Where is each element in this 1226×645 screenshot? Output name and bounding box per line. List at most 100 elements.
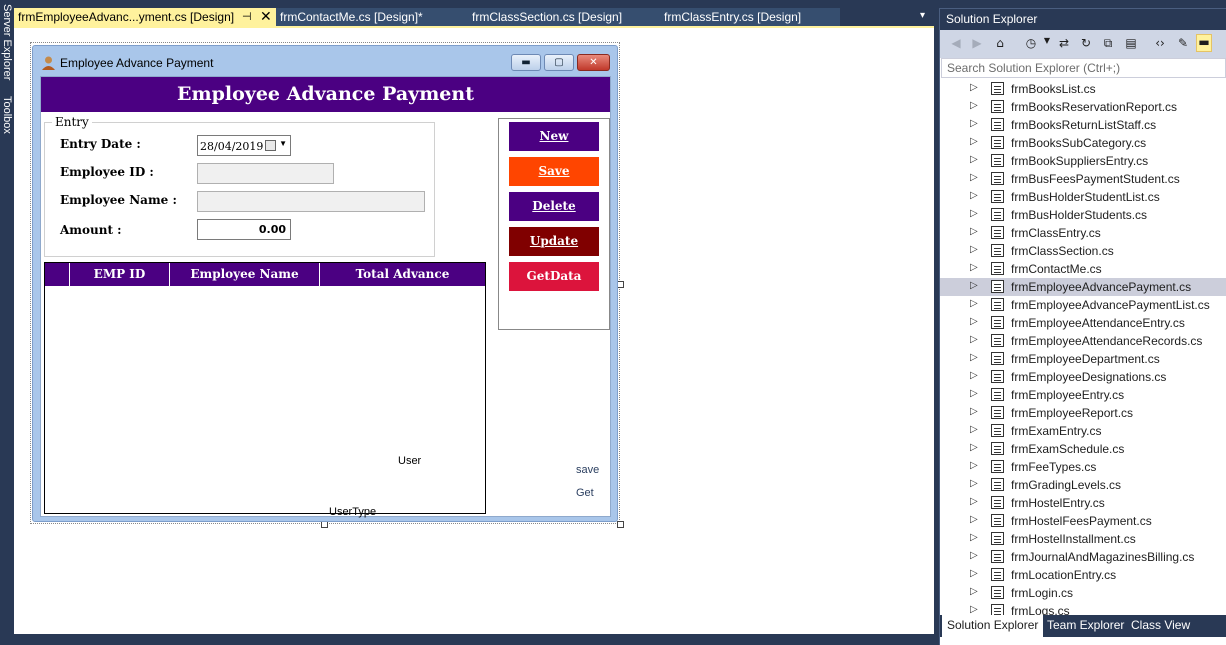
solution-explorer-item[interactable]: ▷ frmEmployeeAdvancePayment.cs [940, 278, 1226, 296]
solution-explorer-item[interactable]: ▷ frmLocationEntry.cs [940, 566, 1226, 584]
expand-arrow-icon[interactable]: ▷ [970, 82, 978, 93]
solution-explorer-search-input[interactable]: Search Solution Explorer (Ctrl+;) [941, 58, 1226, 78]
grid-col-employee-name[interactable]: Employee Name [170, 263, 320, 286]
expand-arrow-icon[interactable]: ▷ [970, 406, 978, 417]
back-icon[interactable]: ◀ [948, 36, 964, 50]
expand-arrow-icon[interactable]: ▷ [970, 352, 978, 363]
expand-arrow-icon[interactable]: ▷ [970, 514, 978, 525]
solution-explorer-item[interactable]: ▷ frmBooksSubCategory.cs [940, 134, 1226, 152]
toolbox-tab[interactable]: Toolbox [1, 96, 13, 134]
expand-arrow-icon[interactable]: ▷ [970, 262, 978, 273]
expand-arrow-icon[interactable]: ▷ [970, 190, 978, 201]
amount-field[interactable]: 0.00 [197, 219, 291, 240]
grid-row-header-cell[interactable] [45, 263, 70, 286]
forward-icon[interactable]: ▶ [969, 36, 985, 50]
close-icon[interactable]: ✕ [260, 7, 272, 25]
tab-class-view[interactable]: Class View [1126, 615, 1195, 637]
refresh-icon[interactable]: ↻ [1078, 36, 1094, 50]
expand-arrow-icon[interactable]: ▷ [970, 388, 978, 399]
solution-explorer-item[interactable]: ▷ frmBusFeesPaymentStudent.cs [940, 170, 1226, 188]
form-titlebar[interactable]: Employee Advance Payment ▬ ▢ ✕ [33, 46, 617, 76]
solution-explorer-item[interactable]: ▷ frmBooksList.cs [940, 80, 1226, 98]
solution-explorer-item[interactable]: ▷ frmEmployeeAttendanceEntry.cs [940, 314, 1226, 332]
solution-explorer-item[interactable]: ▷ frmHostelInstallment.cs [940, 530, 1226, 548]
expand-arrow-icon[interactable]: ▷ [970, 172, 978, 183]
advance-payment-grid[interactable]: EMP ID Employee Name Total Advance [44, 262, 486, 514]
solution-explorer-item[interactable]: ▷ frmGradingLevels.cs [940, 476, 1226, 494]
grid-col-total-advance[interactable]: Total Advance [320, 263, 485, 286]
tab-employee-advance-payment-design[interactable]: frmEmployeeAdvanc...yment.cs [Design] ⊣ … [14, 8, 276, 26]
solution-explorer-item[interactable]: ▷ frmEmployeeDepartment.cs [940, 350, 1226, 368]
solution-explorer-item[interactable]: ▷ frmExamSchedule.cs [940, 440, 1226, 458]
expand-arrow-icon[interactable]: ▷ [970, 370, 978, 381]
calendar-icon[interactable] [265, 140, 276, 151]
solution-explorer-item[interactable]: ▷ frmBooksReturnListStaff.cs [940, 116, 1226, 134]
expand-arrow-icon[interactable]: ▷ [970, 280, 978, 291]
update-button[interactable]: Update [509, 227, 599, 256]
tab-contactme-design[interactable]: frmContactMe.cs [Design]* [276, 8, 466, 26]
properties-icon[interactable]: ✎ [1175, 36, 1191, 50]
view-code-icon[interactable]: ‹› [1152, 36, 1168, 50]
maximize-button[interactable]: ▢ [544, 54, 574, 71]
solution-explorer-item[interactable]: ▷ frmBooksReservationReport.cs [940, 98, 1226, 116]
expand-arrow-icon[interactable]: ▷ [970, 478, 978, 489]
minimize-button[interactable]: ▬ [511, 54, 541, 71]
expand-arrow-icon[interactable]: ▷ [970, 604, 978, 615]
solution-explorer-item[interactable]: ▷ frmEmployeeAttendanceRecords.cs [940, 332, 1226, 350]
solution-explorer-item[interactable]: ▷ frmContactMe.cs [940, 260, 1226, 278]
chevron-down-icon[interactable]: ▼ [1039, 36, 1055, 45]
expand-arrow-icon[interactable]: ▷ [970, 424, 978, 435]
solution-explorer-titlebar[interactable]: Solution Explorer [940, 8, 1226, 30]
save-button[interactable]: Save [509, 157, 599, 186]
expand-arrow-icon[interactable]: ▷ [970, 118, 978, 129]
home-icon[interactable]: ⌂ [992, 36, 1008, 50]
delete-button[interactable]: Delete [509, 192, 599, 221]
expand-arrow-icon[interactable]: ▷ [970, 532, 978, 543]
solution-explorer-item[interactable]: ▷ frmEmployeeDesignations.cs [940, 368, 1226, 386]
solution-explorer-item[interactable]: ▷ frmFeeTypes.cs [940, 458, 1226, 476]
sync-icon[interactable]: ⇄ [1056, 36, 1072, 50]
collapse-all-icon[interactable]: ⧉ [1100, 36, 1116, 51]
expand-arrow-icon[interactable]: ▷ [970, 136, 978, 147]
solution-explorer-item[interactable]: ▷ frmBusHolderStudentList.cs [940, 188, 1226, 206]
entry-date-picker[interactable]: 28/04/2019 ▼ [197, 135, 291, 156]
expand-arrow-icon[interactable]: ▷ [970, 334, 978, 345]
resize-handle-corner[interactable] [617, 521, 624, 528]
expand-arrow-icon[interactable]: ▷ [970, 298, 978, 309]
solution-explorer-item[interactable]: ▷ frmBusHolderStudents.cs [940, 206, 1226, 224]
resize-handle-right[interactable] [617, 281, 624, 288]
expand-arrow-icon[interactable]: ▷ [970, 208, 978, 219]
solution-explorer-item[interactable]: ▷ frmHostelEntry.cs [940, 494, 1226, 512]
expand-arrow-icon[interactable]: ▷ [970, 586, 978, 597]
expand-arrow-icon[interactable]: ▷ [970, 460, 978, 471]
pin-icon[interactable]: ⊣ [242, 8, 252, 26]
employee-id-field[interactable] [197, 163, 334, 184]
expand-arrow-icon[interactable]: ▷ [970, 316, 978, 327]
expand-arrow-icon[interactable]: ▷ [970, 226, 978, 237]
solution-explorer-item[interactable]: ▷ frmEmployeeEntry.cs [940, 386, 1226, 404]
solution-explorer-item[interactable]: ▷ frmLogs.cs [940, 602, 1226, 616]
solution-explorer-item[interactable]: ▷ frmExamEntry.cs [940, 422, 1226, 440]
employee-name-field[interactable] [197, 191, 425, 212]
solution-explorer-item[interactable]: ▷ frmEmployeeReport.cs [940, 404, 1226, 422]
solution-explorer-item[interactable]: ▷ frmJournalAndMagazinesBilling.cs [940, 548, 1226, 566]
show-all-files-icon[interactable]: ▤ [1123, 36, 1139, 50]
expand-arrow-icon[interactable]: ▷ [970, 244, 978, 255]
solution-explorer-item[interactable]: ▷ frmClassEntry.cs [940, 224, 1226, 242]
employee-advance-payment-form[interactable]: Employee Advance Payment ▬ ▢ ✕ Employee … [32, 45, 618, 522]
getdata-button[interactable]: GetData [509, 262, 599, 291]
expand-arrow-icon[interactable]: ▷ [970, 496, 978, 507]
tab-solution-explorer[interactable]: Solution Explorer [942, 615, 1044, 637]
solution-explorer-item[interactable]: ▷ frmLogin.cs [940, 584, 1226, 602]
tab-team-explorer[interactable]: Team Explorer [1042, 615, 1129, 637]
tab-overflow-icon[interactable]: ▾ [920, 10, 925, 21]
close-button[interactable]: ✕ [577, 54, 610, 71]
expand-arrow-icon[interactable]: ▷ [970, 568, 978, 579]
history-icon[interactable]: ◷ [1023, 36, 1039, 50]
expand-arrow-icon[interactable]: ▷ [970, 442, 978, 453]
server-explorer-tab[interactable]: Server Explorer [1, 4, 13, 80]
expand-arrow-icon[interactable]: ▷ [970, 100, 978, 111]
chevron-down-icon[interactable]: ▼ [279, 139, 287, 148]
solution-explorer-item[interactable]: ▷ frmBookSuppliersEntry.cs [940, 152, 1226, 170]
solution-explorer-item[interactable]: ▷ frmHostelFeesPayment.cs [940, 512, 1226, 530]
